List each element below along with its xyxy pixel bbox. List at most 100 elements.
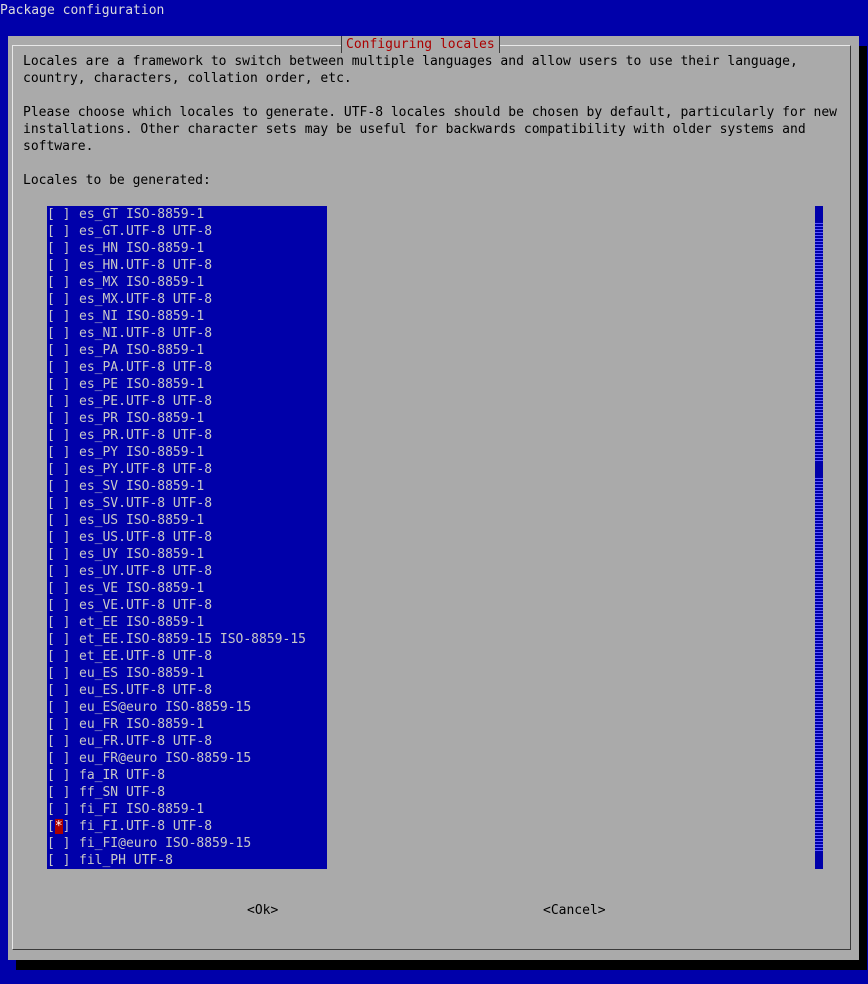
checkbox-empty-mark [55,734,63,749]
checkbox-empty-mark [55,530,63,545]
locale-item[interactable]: [ ] fi_FI ISO-8859-1 [47,801,327,818]
locale-item[interactable]: [ ] es_PA.UTF-8 UTF-8 [47,359,327,376]
locale-checkbox[interactable]: [ ] [47,699,79,716]
locale-item[interactable]: [ ] es_SV.UTF-8 UTF-8 [47,495,327,512]
locale-item[interactable]: [ ] es_SV ISO-8859-1 [47,478,327,495]
locale-checkbox[interactable]: [ ] [47,852,79,869]
locale-checkbox[interactable]: [ ] [47,342,79,359]
locale-item[interactable]: [ ] eu_ES.UTF-8 UTF-8 [47,682,327,699]
locale-item[interactable]: [ ] es_PE.UTF-8 UTF-8 [47,393,327,410]
locale-checkbox[interactable]: [ ] [47,478,79,495]
locale-checkbox[interactable]: [ ] [47,206,79,223]
locale-item[interactable]: [ ] fil_PH UTF-8 [47,852,327,869]
checkbox-close-bracket: ] [62,428,71,443]
locale-item[interactable]: [ ] es_VE ISO-8859-1 [47,580,327,597]
checkbox-empty-mark [55,343,63,358]
locale-checkbox[interactable]: [ ] [47,359,79,376]
checkbox-close-bracket: ] [62,224,71,239]
locale-item[interactable]: [ ] es_US ISO-8859-1 [47,512,327,529]
locale-checkbox[interactable]: [ ] [47,427,79,444]
locale-checkbox[interactable]: [ ] [47,291,79,308]
locale-item[interactable]: [ ] es_UY ISO-8859-1 [47,546,327,563]
checkbox-empty-mark [55,547,63,562]
locale-item[interactable]: [ ] es_MX.UTF-8 UTF-8 [47,291,327,308]
locale-item[interactable]: [*] fi_FI.UTF-8 UTF-8 [47,818,327,835]
locale-item[interactable]: [ ] es_PY ISO-8859-1 [47,444,327,461]
list-label: Locales to be generated: [23,173,211,188]
locale-item[interactable]: [ ] es_HN.UTF-8 UTF-8 [47,257,327,274]
locale-item[interactable]: [ ] es_HN ISO-8859-1 [47,240,327,257]
locale-item[interactable]: [ ] et_EE.UTF-8 UTF-8 [47,648,327,665]
ok-button[interactable]: <Ok> [247,902,278,919]
list-scrollbar[interactable] [815,206,823,869]
locale-item[interactable]: [ ] es_GT ISO-8859-1 [47,206,327,223]
locale-checkbox[interactable]: [ ] [47,240,79,257]
locale-checkbox[interactable]: [ ] [47,376,79,393]
checkbox-open-bracket: [ [47,598,55,613]
scrollbar-thumb[interactable] [815,461,823,478]
locale-item[interactable]: [ ] es_MX ISO-8859-1 [47,274,327,291]
checkbox-empty-mark [55,632,63,647]
locale-checkbox[interactable]: [ ] [47,444,79,461]
locale-checkbox[interactable]: [ ] [47,308,79,325]
locale-checkbox[interactable]: [ ] [47,325,79,342]
locale-item[interactable]: [ ] es_PA ISO-8859-1 [47,342,327,359]
locale-item[interactable]: [ ] fa_IR UTF-8 [47,767,327,784]
locale-item[interactable]: [ ] es_GT.UTF-8 UTF-8 [47,223,327,240]
locale-label: et_EE.ISO-8859-15 ISO-8859-15 [79,632,306,647]
cancel-button[interactable]: <Cancel> [543,902,606,919]
locale-checkbox[interactable]: [ ] [47,410,79,427]
locale-checkbox[interactable]: [ ] [47,801,79,818]
locale-checkbox[interactable]: [ ] [47,274,79,291]
locale-checkbox[interactable]: [ ] [47,682,79,699]
locale-checkbox[interactable]: [ ] [47,716,79,733]
locale-item[interactable]: [ ] es_PY.UTF-8 UTF-8 [47,461,327,478]
checkbox-empty-mark [55,564,63,579]
checkbox-open-bracket: [ [47,785,55,800]
locale-checkbox[interactable]: [ ] [47,648,79,665]
locale-item[interactable]: [ ] eu_ES@euro ISO-8859-15 [47,699,327,716]
locale-checkbox[interactable]: [ ] [47,767,79,784]
locale-checkbox[interactable]: [ ] [47,784,79,801]
locale-checkbox[interactable]: [ ] [47,750,79,767]
checkbox-empty-mark [55,428,63,443]
locale-checkbox[interactable]: [ ] [47,563,79,580]
locale-item[interactable]: [ ] es_UY.UTF-8 UTF-8 [47,563,327,580]
locale-item[interactable]: [ ] es_NI ISO-8859-1 [47,308,327,325]
locale-checkbox[interactable]: [ ] [47,597,79,614]
locale-checkbox[interactable]: [*] [47,818,79,835]
locale-checkbox[interactable]: [ ] [47,835,79,852]
locale-checkbox[interactable]: [ ] [47,257,79,274]
locale-checkbox[interactable]: [ ] [47,223,79,240]
locale-checkbox[interactable]: [ ] [47,512,79,529]
locale-item[interactable]: [ ] es_VE.UTF-8 UTF-8 [47,597,327,614]
locale-item[interactable]: [ ] eu_FR.UTF-8 UTF-8 [47,733,327,750]
locale-checkbox[interactable]: [ ] [47,546,79,563]
locale-item[interactable]: [ ] es_PR ISO-8859-1 [47,410,327,427]
locale-checkbox[interactable]: [ ] [47,529,79,546]
locale-item[interactable]: [ ] es_PR.UTF-8 UTF-8 [47,427,327,444]
locale-item[interactable]: [ ] fi_FI@euro ISO-8859-15 [47,835,327,852]
locale-item[interactable]: [ ] eu_FR ISO-8859-1 [47,716,327,733]
locale-item[interactable]: [ ] es_US.UTF-8 UTF-8 [47,529,327,546]
locale-label: fi_FI ISO-8859-1 [79,802,205,817]
locale-checkbox[interactable]: [ ] [47,393,79,410]
locale-label: eu_FR ISO-8859-1 [79,717,205,732]
checkbox-open-bracket: [ [47,513,55,528]
locale-checkbox[interactable]: [ ] [47,631,79,648]
locale-label: es_PE ISO-8859-1 [79,377,205,392]
locale-checkbox[interactable]: [ ] [47,461,79,478]
locale-checkbox[interactable]: [ ] [47,733,79,750]
locale-checklist[interactable]: [ ] es_GT ISO-8859-1[ ] es_GT.UTF-8 UTF-8[… [47,206,327,869]
locale-item[interactable]: [ ] et_EE ISO-8859-1 [47,614,327,631]
locale-item[interactable]: [ ] eu_FR@euro ISO-8859-15 [47,750,327,767]
locale-checkbox[interactable]: [ ] [47,580,79,597]
locale-item[interactable]: [ ] eu_ES ISO-8859-1 [47,665,327,682]
locale-checkbox[interactable]: [ ] [47,665,79,682]
locale-checkbox[interactable]: [ ] [47,495,79,512]
locale-item[interactable]: [ ] es_PE ISO-8859-1 [47,376,327,393]
locale-item[interactable]: [ ] et_EE.ISO-8859-15 ISO-8859-15 [47,631,327,648]
locale-item[interactable]: [ ] es_NI.UTF-8 UTF-8 [47,325,327,342]
locale-item[interactable]: [ ] ff_SN UTF-8 [47,784,327,801]
locale-checkbox[interactable]: [ ] [47,614,79,631]
